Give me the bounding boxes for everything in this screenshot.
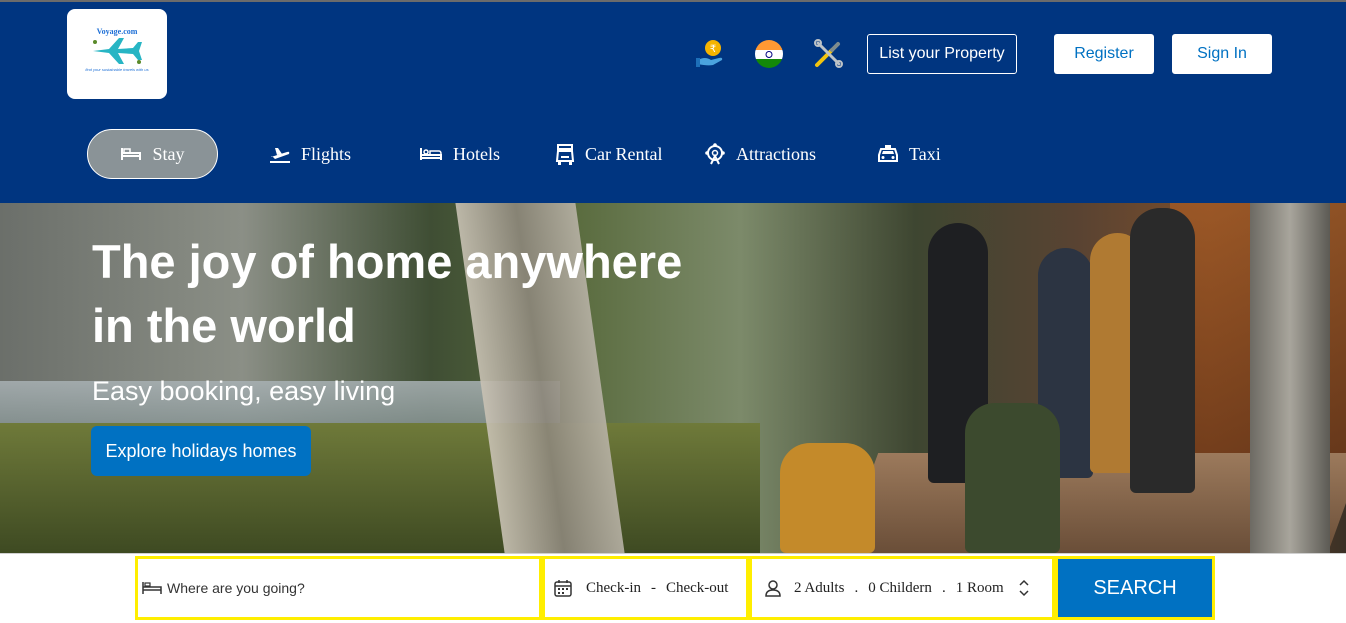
- tab-car-rental-label: Car Rental: [585, 143, 663, 164]
- hero-title-line2: in the world: [92, 299, 356, 352]
- tab-taxi-label: Taxi: [909, 143, 941, 164]
- tab-stay[interactable]: Stay: [87, 129, 218, 179]
- airplane-icon: [93, 38, 142, 64]
- user-icon: [765, 580, 781, 597]
- hero-person: [1130, 208, 1195, 493]
- ferris-wheel-icon: [705, 143, 725, 165]
- brand-logo[interactable]: Voyage.com find your sustainable travels…: [67, 9, 167, 99]
- hero-subtitle: Easy booking, easy living: [92, 376, 396, 406]
- checkin-label: Check-in: [586, 579, 641, 596]
- bed-icon: [142, 582, 162, 594]
- register-button[interactable]: Register: [1054, 34, 1154, 74]
- tab-hotels[interactable]: Hotels: [419, 129, 500, 179]
- tab-car-rental[interactable]: Car Rental: [555, 129, 662, 179]
- brand-name: Voyage.com: [96, 27, 138, 36]
- tab-hotels-label: Hotels: [453, 143, 500, 164]
- search-bar: Check-in - Check-out 2 Adults . 0 Childe…: [0, 553, 1346, 623]
- tab-attractions-label: Attractions: [736, 143, 816, 164]
- destination-input[interactable]: [167, 580, 527, 596]
- hero-title-line1: The joy of home anywhere: [92, 235, 683, 288]
- car-rental-icon: [555, 144, 575, 165]
- currency-rupee-icon[interactable]: ₹: [695, 38, 727, 70]
- checkout-label: Check-out: [665, 579, 729, 596]
- guests-field[interactable]: 2 Adults . 0 Childern . 1 Room: [749, 556, 1055, 620]
- tab-taxi[interactable]: Taxi: [877, 129, 941, 179]
- date-separator: -: [650, 579, 656, 596]
- rooms-count: 1 Room: [955, 579, 1004, 596]
- guest-separator: .: [941, 579, 946, 596]
- explore-holiday-homes-button[interactable]: Explore holidays homes: [91, 426, 311, 476]
- top-header: Voyage.com find your sustainable travels…: [0, 0, 1346, 203]
- tab-attractions[interactable]: Attractions: [704, 129, 816, 179]
- brand-tagline: find your sustainable travels with us: [85, 67, 149, 72]
- tab-flights-label: Flights: [301, 143, 352, 164]
- bed-icon: [121, 148, 142, 160]
- hero-person: [965, 403, 1060, 553]
- hero-title: The joy of home anywhere in the world: [92, 230, 792, 358]
- search-button[interactable]: SEARCH: [1055, 556, 1215, 620]
- hero-person: [780, 443, 875, 553]
- date-range-field[interactable]: Check-in - Check-out: [542, 556, 749, 620]
- tab-flights[interactable]: Flights: [269, 129, 351, 179]
- svg-text:₹: ₹: [710, 44, 716, 55]
- destination-field[interactable]: [135, 556, 542, 620]
- adults-count: 2 Adults: [794, 579, 845, 596]
- chevron-up-down-icon[interactable]: [1018, 578, 1030, 598]
- tools-icon[interactable]: [812, 38, 844, 70]
- children-count: 0 Childern: [868, 579, 932, 596]
- hero-tree-trunk-right: [1250, 203, 1330, 553]
- india-flag-icon[interactable]: [753, 38, 785, 70]
- hotel-bed-icon: [420, 148, 442, 160]
- tab-stay-label: Stay: [152, 143, 185, 164]
- taxi-icon: [878, 145, 898, 162]
- list-property-button[interactable]: List your Property: [867, 34, 1017, 74]
- guest-separator: .: [854, 579, 859, 596]
- plane-icon: [270, 148, 290, 163]
- calendar-icon: [554, 580, 572, 597]
- signin-button[interactable]: Sign In: [1172, 34, 1272, 74]
